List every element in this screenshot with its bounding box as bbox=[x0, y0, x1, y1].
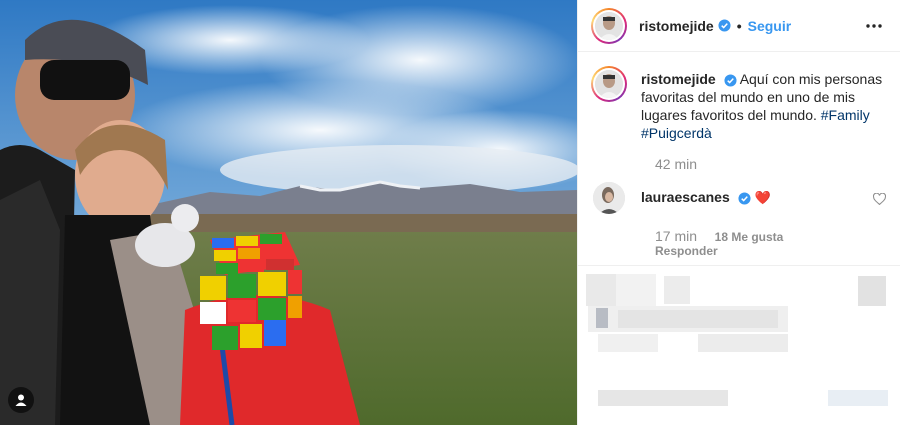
verified-badge-icon bbox=[738, 192, 751, 205]
author-avatar[interactable] bbox=[591, 7, 627, 44]
user-tag-icon[interactable] bbox=[8, 387, 34, 413]
hashtag-link[interactable]: #Family bbox=[821, 107, 870, 123]
reply-button[interactable]: Responder bbox=[655, 244, 886, 258]
post-photo[interactable] bbox=[0, 0, 577, 425]
comment-timestamp[interactable]: 17 min bbox=[655, 228, 697, 244]
author-username[interactable]: ristomejide bbox=[639, 18, 714, 34]
photo-scene bbox=[0, 0, 577, 425]
commenter-username[interactable]: lauraescanes bbox=[641, 189, 730, 205]
heart-icon[interactable] bbox=[872, 192, 887, 214]
more-options-icon[interactable] bbox=[862, 14, 886, 38]
comments-section: ristomejide Aquí con mis personas favori… bbox=[578, 52, 900, 258]
verified-badge-icon bbox=[718, 19, 731, 32]
post-header: ristomejide • Seguir bbox=[578, 0, 900, 52]
hashtag-link[interactable]: #Puigcerdà bbox=[641, 125, 712, 141]
caption-text-block: ristomejide Aquí con mis personas favori… bbox=[641, 66, 886, 142]
comment-text: ❤️ bbox=[754, 190, 771, 205]
verified-badge-icon bbox=[724, 74, 737, 87]
pixelated-redacted-area bbox=[578, 265, 900, 425]
caption-username[interactable]: ristomejide bbox=[641, 71, 716, 87]
caption-author-avatar[interactable] bbox=[591, 66, 627, 102]
comment: lauraescanes ❤️ bbox=[591, 182, 887, 214]
caption-timestamp[interactable]: 42 min bbox=[655, 156, 886, 172]
post-side-panel: ristomejide • Seguir ristomejide Aquí co… bbox=[577, 0, 900, 425]
separator-dot: • bbox=[736, 17, 742, 34]
comment-likes[interactable]: 18 Me gusta bbox=[715, 230, 784, 244]
comment-body: lauraescanes ❤️ bbox=[641, 182, 771, 214]
caption: ristomejide Aquí con mis personas favori… bbox=[591, 66, 886, 142]
follow-button[interactable]: Seguir bbox=[748, 18, 792, 34]
commenter-avatar[interactable] bbox=[593, 182, 625, 214]
comment-meta: 17 min 18 Me gusta bbox=[655, 228, 886, 244]
